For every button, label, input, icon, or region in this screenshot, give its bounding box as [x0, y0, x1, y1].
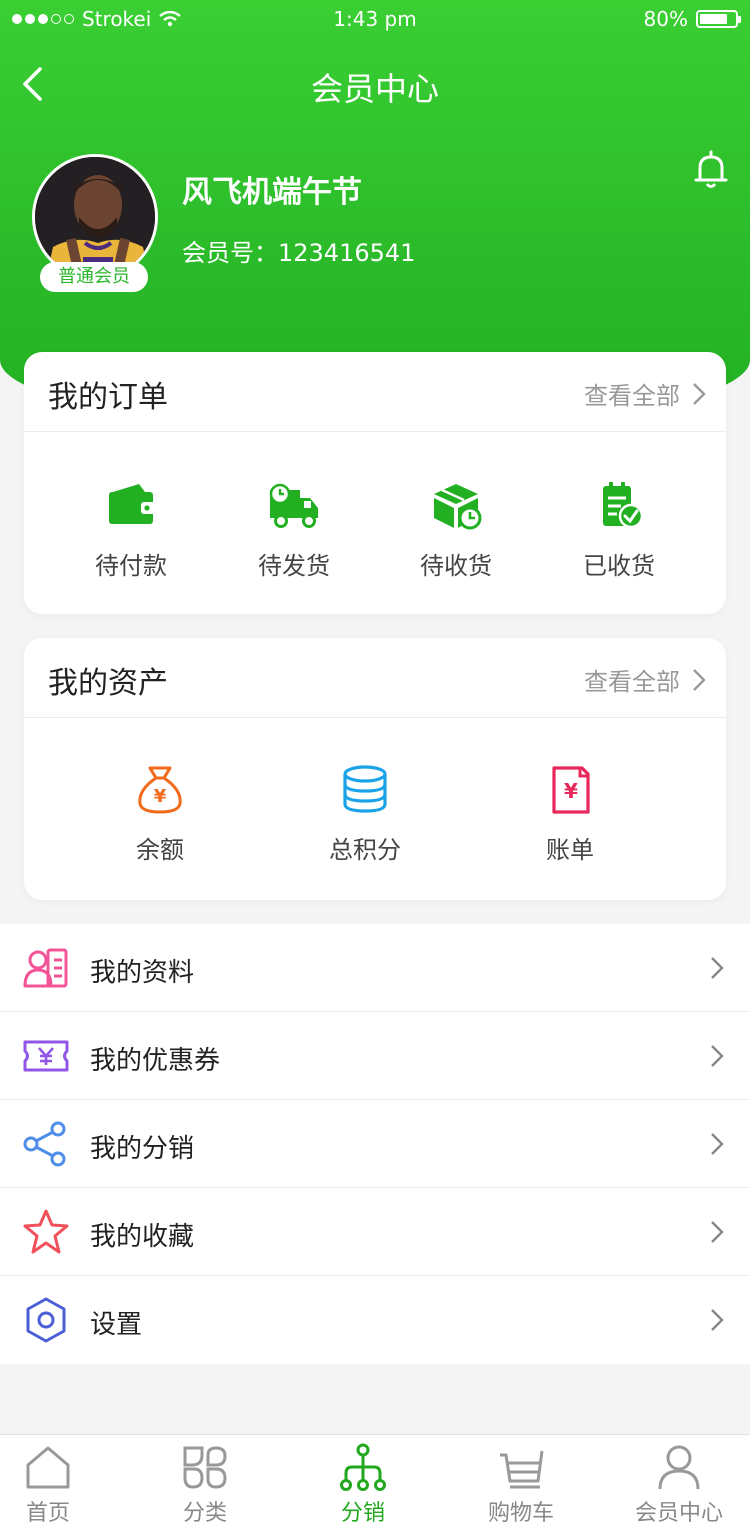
asset-bill[interactable]: ¥ 账单 [490, 764, 650, 865]
assets-view-all[interactable]: 查看全部 [584, 662, 706, 697]
tab-category[interactable]: 分类 [130, 1443, 280, 1527]
settings-icon [26, 1297, 66, 1343]
order-pending-receipt-label: 待收货 [420, 552, 492, 580]
svg-text:¥: ¥ [564, 779, 578, 803]
order-pending-payment[interactable]: 待付款 [51, 480, 211, 581]
page-title: 会员中心 [310, 70, 439, 108]
orders-title: 我的订单 [48, 380, 168, 415]
coupon-icon [23, 1040, 69, 1072]
menu-item-settings[interactable]: 设置 [0, 1276, 750, 1364]
tab-distribution[interactable]: 分销 [288, 1443, 438, 1527]
home-icon [26, 1446, 70, 1489]
asset-bill-label: 账单 [546, 836, 594, 864]
order-pending-shipment-label: 待发货 [258, 552, 330, 580]
battery-status: 80% [643, 7, 741, 31]
tab-category-label: 分类 [182, 1501, 227, 1526]
star-icon [23, 1209, 69, 1254]
svg-text:¥: ¥ [154, 786, 167, 807]
assets-view-all-label: 查看全部 [584, 668, 680, 696]
profile-card-icon [23, 948, 68, 988]
orders-header: 我的订单 查看全部 [24, 352, 726, 432]
chevron-right-icon [711, 1309, 724, 1331]
tab-cart-label: 购物车 [487, 1501, 554, 1526]
user-name: 风飞机端午节 [182, 175, 362, 210]
tab-distribution-label: 分销 [340, 1501, 385, 1526]
money-bag-icon: ¥ [138, 766, 182, 814]
assets-header: 我的资产 查看全部 [24, 638, 726, 718]
tab-bar: 首页 分类 分销 购物车 会员中心 [0, 1434, 750, 1530]
menu-item-favorites-label: 我的收藏 [90, 1222, 195, 1252]
member-level-badge: 普通会员 [40, 262, 148, 292]
asset-balance[interactable]: ¥ 余额 [80, 764, 240, 865]
member-number: 会员号：123416541 [182, 239, 416, 267]
share-icon [23, 1121, 66, 1167]
order-pending-payment-label: 待付款 [95, 552, 167, 580]
assets-card: 我的资产 查看全部 ¥ 余额 总积分 ¥ 账单 [24, 638, 726, 900]
user-icon [658, 1445, 700, 1490]
tab-member-center[interactable]: 会员中心 [604, 1443, 750, 1527]
status-time: 1:43 pm [333, 7, 417, 31]
order-pending-receipt[interactable]: 待收货 [376, 480, 536, 581]
settings-menu: 我的资料 我的优惠券 我的分销 我的收藏 设置 [0, 924, 750, 1364]
status-bar: Strokei 1:43 pm 80% [0, 0, 750, 40]
navigation-bar: 会员中心 [0, 50, 750, 116]
chevron-right-icon [711, 957, 724, 979]
box-icon [434, 484, 482, 530]
battery-percent: 80% [643, 7, 688, 31]
wallet-icon [109, 484, 155, 524]
category-icon [183, 1446, 227, 1489]
asset-balance-label: 余额 [136, 836, 184, 864]
profile-block: 普通会员 [32, 154, 158, 292]
asset-points-label: 总积分 [329, 836, 401, 864]
bill-icon: ¥ [552, 766, 590, 814]
clipboard-check-icon [603, 482, 644, 529]
order-received[interactable]: 已收货 [539, 480, 699, 581]
menu-item-coupons[interactable]: 我的优惠券 [0, 1012, 750, 1100]
cart-icon [500, 1450, 544, 1489]
battery-icon [696, 10, 741, 28]
assets-title: 我的资产 [48, 666, 168, 701]
tab-home-label: 首页 [25, 1501, 70, 1526]
orders-view-all[interactable]: 查看全部 [584, 376, 706, 411]
coins-icon [343, 765, 387, 813]
chevron-right-icon [693, 382, 706, 405]
menu-item-profile[interactable]: 我的资料 [0, 924, 750, 1012]
order-status-grid: 待付款 待发货 待收货 已收货 [24, 432, 726, 614]
chevron-right-icon [693, 668, 706, 691]
chevron-right-icon [711, 1133, 724, 1155]
menu-item-settings-label: 设置 [90, 1310, 143, 1340]
order-received-label: 已收货 [583, 552, 655, 580]
tab-member-center-label: 会员中心 [634, 1501, 723, 1526]
asset-points[interactable]: 总积分 [285, 764, 445, 865]
menu-item-coupons-label: 我的优惠券 [90, 1046, 221, 1076]
distribution-icon [340, 1443, 386, 1491]
assets-grid: ¥ 余额 总积分 ¥ 账单 [24, 718, 726, 900]
chevron-right-icon [711, 1221, 724, 1243]
bell-icon[interactable] [692, 150, 730, 190]
orders-view-all-label: 查看全部 [584, 382, 680, 410]
order-pending-shipment[interactable]: 待发货 [214, 480, 374, 581]
chevron-right-icon [711, 1045, 724, 1067]
tab-cart[interactable]: 购物车 [446, 1443, 596, 1527]
menu-item-distribution[interactable]: 我的分销 [0, 1100, 750, 1188]
menu-item-distribution-label: 我的分销 [90, 1134, 195, 1164]
orders-card: 我的订单 查看全部 待付款 待发货 待收货 已收货 [24, 352, 726, 614]
truck-icon [269, 483, 318, 528]
tab-home[interactable]: 首页 [0, 1443, 123, 1527]
menu-item-profile-label: 我的资料 [90, 958, 195, 988]
menu-item-favorites[interactable]: 我的收藏 [0, 1188, 750, 1276]
